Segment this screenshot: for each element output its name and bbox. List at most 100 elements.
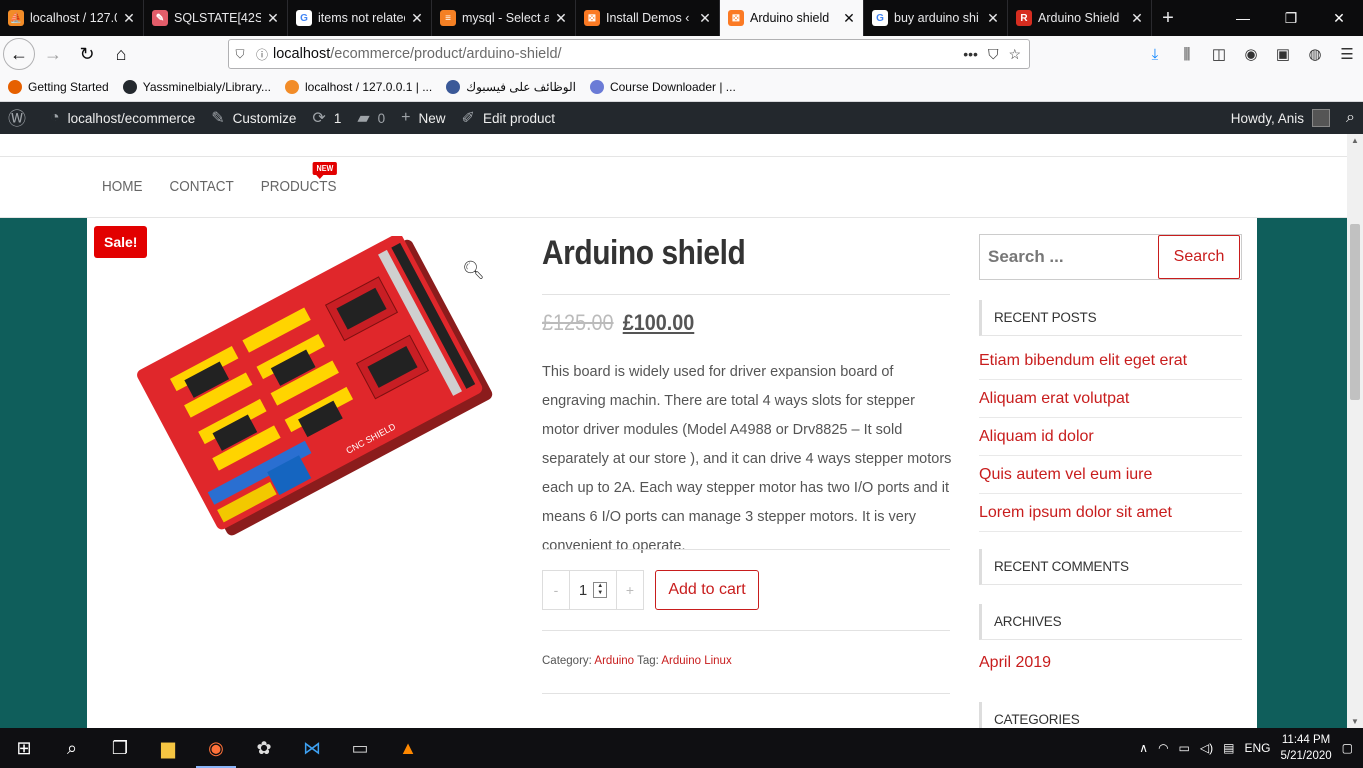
app-icon[interactable]: ✿ — [240, 728, 288, 768]
menu-icon[interactable]: ☰ — [1331, 45, 1363, 63]
search-icon[interactable]: ⌕ — [48, 728, 96, 768]
scroll-down-icon[interactable]: ▼ — [1347, 717, 1363, 726]
tab-close-icon[interactable]: ✕ — [409, 10, 425, 27]
tab-close-icon[interactable]: ✕ — [265, 10, 281, 27]
recent-post-link[interactable]: Lorem ipsum dolor sit amet — [979, 494, 1242, 532]
language-indicator[interactable]: ENG — [1244, 741, 1270, 755]
bookmark-item[interactable]: Yassminelbialy/Library... — [122, 79, 271, 94]
network-icon[interactable]: ◠ — [1158, 741, 1168, 755]
recent-post-link[interactable]: Quis autem vel eum iure — [979, 456, 1242, 494]
task-view-icon[interactable]: ❐ — [96, 728, 144, 768]
start-icon[interactable]: ⊞ — [0, 728, 48, 768]
browser-tab[interactable]: ✎ SQLSTATE[42S02] ✕ — [144, 0, 288, 36]
clock[interactable]: 11:44 PM 5/21/2020 — [1280, 732, 1331, 764]
browser-tab[interactable]: ⊠ Install Demos ‹ L ✕ — [576, 0, 720, 36]
bookmark-star-icon[interactable]: ☆ — [1008, 46, 1021, 63]
recent-post-link[interactable]: Aliquam erat volutpat — [979, 380, 1242, 418]
info-icon[interactable]: ⓘ — [251, 46, 273, 63]
file-explorer-icon[interactable]: ▆ — [144, 728, 192, 768]
tab-close-icon[interactable]: ✕ — [1129, 10, 1145, 27]
browser-tab[interactable]: Gitems not related ✕ — [288, 0, 432, 36]
restore-icon[interactable]: ❐ — [1267, 0, 1315, 36]
menu-item-products[interactable]: PRODUCTS NEW — [261, 162, 337, 195]
page-scrollbar[interactable]: ▲ ▼ — [1347, 134, 1363, 728]
divider — [542, 549, 950, 550]
browser-tab[interactable]: ⛵ localhost / 127.0 ✕ — [0, 0, 144, 36]
recent-post-link[interactable]: Etiam bibendum elit eget erat — [979, 342, 1242, 380]
edit-product-link[interactable]: ✐ Edit product — [454, 102, 563, 134]
add-to-cart-button[interactable]: Add to cart — [655, 570, 759, 610]
account-icon[interactable]: ◉ — [1235, 45, 1267, 63]
account-menu[interactable]: Howdy, Anis — [1223, 102, 1338, 134]
globe-icon[interactable]: ◍ — [1299, 45, 1331, 63]
tab-close-icon[interactable]: ✕ — [121, 10, 137, 27]
forward-button[interactable]: → — [37, 38, 69, 70]
tab-close-icon[interactable]: ✕ — [985, 10, 1001, 27]
url-bar[interactable]: ⛉ ⓘ localhost/ecommerce/product/arduino-… — [228, 39, 1030, 69]
scroll-thumb[interactable] — [1350, 224, 1360, 400]
tab-close-icon[interactable]: ✕ — [697, 10, 713, 27]
window-controls: — ❐ ✕ — [1219, 0, 1363, 36]
bookmark-item[interactable]: Course Downloader | ... — [589, 79, 736, 94]
bookmark-item[interactable]: الوظائف على فيسبوك — [446, 79, 576, 94]
product-image[interactable]: CNC SHIELD — [127, 236, 497, 538]
reload-button[interactable]: ↻ — [71, 38, 103, 70]
shield-icon[interactable]: ⛉ — [229, 47, 251, 62]
customize-label: Customize — [232, 110, 297, 126]
qty-field[interactable]: 1 ▲ ▼ — [569, 571, 617, 609]
library-icon[interactable]: ⫼ — [1171, 46, 1203, 63]
search-input[interactable]: Search ... — [980, 247, 1158, 267]
customize-link[interactable]: ✎ Customize — [203, 102, 304, 134]
sidebar-icon[interactable]: ◫ — [1203, 45, 1235, 63]
vscode-icon[interactable]: ⋈ — [288, 728, 336, 768]
archive-link[interactable]: April 2019 — [979, 644, 1242, 682]
back-button[interactable]: ← — [3, 38, 35, 70]
qty-spinner-icon[interactable]: ▲ ▼ — [593, 582, 608, 598]
notifications-icon[interactable]: ▢ — [1342, 741, 1353, 755]
tab-close-icon[interactable]: ✕ — [841, 10, 857, 27]
sale-badge: Sale! — [94, 226, 148, 258]
search-button[interactable]: Search — [1158, 235, 1240, 279]
page-actions-icon[interactable]: ••• — [963, 46, 978, 63]
close-window-icon[interactable]: ✕ — [1315, 0, 1363, 36]
bookmark-item[interactable]: localhost / 127.0.0.1 | ... — [285, 79, 432, 94]
qty-plus-button[interactable]: + — [617, 571, 643, 609]
tag-link[interactable]: Arduino Linux — [661, 655, 731, 667]
qty-minus-button[interactable]: - — [543, 571, 569, 609]
recent-post-link[interactable]: Aliquam id dolor — [979, 418, 1242, 456]
bookmark-item[interactable]: Getting Started — [8, 79, 109, 94]
download-icon[interactable]: ⤓ — [1139, 46, 1171, 63]
quantity-stepper: - 1 ▲ ▼ + — [542, 570, 644, 610]
battery-icon[interactable]: ▭ — [1179, 741, 1190, 755]
navigation-bar: ← → ↻ ⌂ ⛉ ⓘ localhost/ecommerce/product/… — [0, 36, 1363, 72]
extension-icon[interactable]: ▣ — [1267, 45, 1299, 63]
new-tab-button[interactable]: + — [1152, 0, 1184, 36]
minimize-icon[interactable]: — — [1219, 0, 1267, 36]
updates-link[interactable]: ⟳ 1 — [304, 102, 349, 134]
browser-tab[interactable]: R Arduino Shield ✕ — [1008, 0, 1152, 36]
menu-item-home[interactable]: HOME — [102, 178, 143, 195]
admin-site-link[interactable]: ◔ localhost/ecommerce — [42, 102, 203, 134]
chevron-up-icon[interactable]: ∧ — [1139, 741, 1148, 755]
zoom-icon[interactable]: 🔍︎ — [462, 260, 485, 281]
home-button[interactable]: ⌂ — [105, 38, 137, 70]
browser-tab[interactable]: ⊠ Arduino shield ✕ — [720, 0, 864, 36]
tab-close-icon[interactable]: ✕ — [553, 10, 569, 27]
firefox-icon[interactable]: ◉ — [192, 728, 240, 768]
admin-search-icon[interactable]: ⌕ — [1338, 102, 1363, 134]
vlc-icon[interactable]: ▲ — [384, 728, 432, 768]
menu-item-contact[interactable]: CONTACT — [170, 178, 234, 195]
browser-tab[interactable]: ≡ mysql - Select a ✕ — [432, 0, 576, 36]
browser-tab-bar: ⛵localhost / 127.0✕✎SQLSTATE[42S02]✕Gite… — [0, 0, 1363, 36]
browser-tab[interactable]: Gbuy arduino shi ✕ — [864, 0, 1008, 36]
comments-link[interactable]: ▰ 0 — [349, 102, 393, 134]
new-content-link[interactable]: + New — [393, 102, 453, 134]
terminal-icon[interactable]: ▭ — [336, 728, 384, 768]
pocket-icon[interactable]: ⛉ — [988, 46, 999, 63]
category-link[interactable]: Arduino — [594, 655, 634, 667]
volume-icon[interactable]: ◁) — [1200, 741, 1213, 755]
comments-count: 0 — [377, 110, 386, 126]
wordpress-logo[interactable]: Ⓦ — [0, 102, 42, 134]
notification-icon[interactable]: ▤ — [1223, 741, 1234, 755]
scroll-up-icon[interactable]: ▲ — [1347, 136, 1363, 145]
